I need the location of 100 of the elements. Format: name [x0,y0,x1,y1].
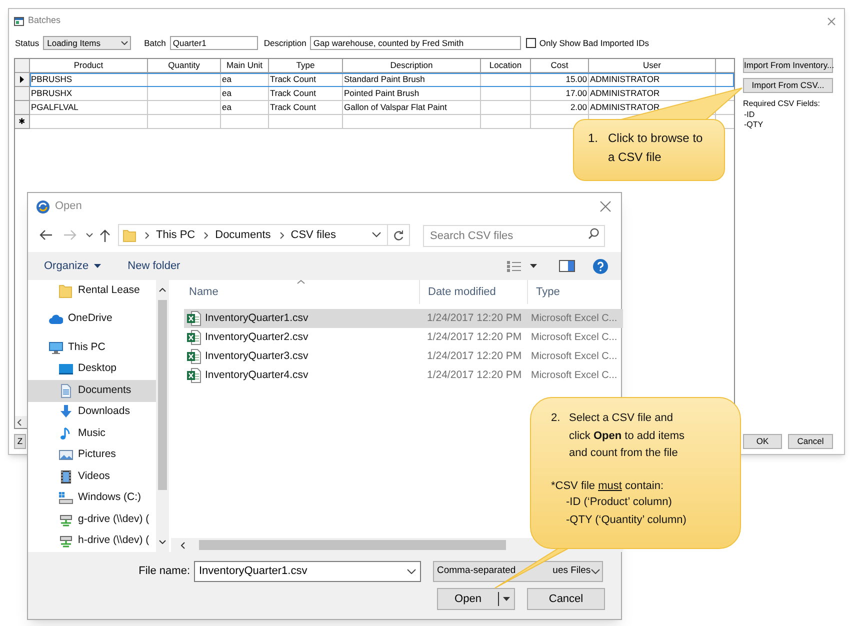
nav-item[interactable]: OneDrive [28,308,156,330]
column-header[interactable]: Quantity [148,59,221,73]
row-header[interactable] [15,73,30,87]
column-header[interactable]: Type [527,280,623,304]
table-cell: 15.00 [531,73,589,87]
file-name: InventoryQuarter2.csv [205,330,308,345]
requirement-item: -QTY (‘Quantity’ column) [565,512,688,528]
window-title: Batches [28,14,61,28]
spreadsheet-file-icon [187,330,201,345]
import-button[interactable]: Import From Inventory... [743,58,833,73]
chevron-right-icon [204,232,208,238]
drive-icon [59,491,73,506]
chevron-right-icon [280,232,284,238]
nav-item[interactable]: Downloads [28,402,156,423]
field-label: Status [15,36,40,50]
table-cell: 2.00 [531,101,589,115]
refresh-icon[interactable] [393,230,404,240]
back-arrow-icon[interactable] [39,229,53,241]
up-arrow-icon[interactable] [99,228,111,242]
column-header[interactable]: Description [343,59,481,73]
window-icon [14,16,24,26]
breadcrumb-item[interactable]: This PC [156,226,196,244]
cloud-icon [49,312,63,326]
nav-item[interactable]: h-drive (\\dev) ( [28,530,156,552]
nav-item[interactable]: Rental Lease [28,280,156,302]
scroll-thumb[interactable] [199,540,506,550]
nav-item[interactable]: Documents [28,380,156,402]
file-date: 1/24/2017 12:20 PM [426,330,523,345]
view-options-icon[interactable] [507,260,521,272]
chevron-down-icon[interactable] [372,232,381,238]
ok-button[interactable]: OK [743,434,782,449]
button[interactable]: Z [14,434,26,449]
download-arrow-icon [59,405,73,420]
file-date: 1/24/2017 12:20 PM [426,368,523,383]
file-name-input[interactable]: InventoryQuarter1.csv [194,561,421,582]
nav-item[interactable]: Desktop [28,358,156,380]
checkbox[interactable] [526,38,536,48]
nav-item[interactable]: g-drive (\\dev) ( [28,509,156,530]
nav-item[interactable]: Windows (C:) [28,488,156,509]
table-cell [481,115,531,129]
file-row[interactable]: InventoryQuarter1.csv 1/24/2017 12:20 PM Microsoft Excel C... [184,309,623,328]
batch-input[interactable]: Quarter1 [170,36,258,50]
preview-pane-icon[interactable] [559,260,575,272]
column-header[interactable]: User [589,59,716,73]
folder-icon [59,284,73,298]
address-bar[interactable]: This PC Documents CSV files [118,224,410,246]
table-cell [221,115,269,129]
table-cell: Track Count [269,101,343,115]
column-header[interactable]: Date modified [419,280,527,304]
nav-item[interactable]: Videos [28,466,156,488]
chevron-down-icon[interactable] [86,232,93,238]
spreadsheet-file-icon [187,349,201,364]
column-header[interactable]: Product [30,59,148,73]
nav-item[interactable]: This PC [28,337,156,358]
nav-item[interactable]: Pictures [28,444,156,466]
help-icon[interactable] [593,258,608,274]
column-header[interactable]: Location [481,59,531,73]
column-header[interactable]: Name [181,280,419,304]
file-type: Microsoft Excel C... [530,369,618,383]
table-cell: Gallon of Valspar Flat Paint [343,101,481,115]
sort-caret-icon [297,280,305,284]
table-cell [481,101,531,115]
step-number: 1. [588,130,600,147]
close-icon[interactable] [827,16,836,26]
scroll-left-icon [17,418,22,426]
close-icon[interactable] [600,201,611,212]
table-cell: PBRUSHS [30,73,148,87]
caret-down-icon[interactable] [503,597,510,601]
column-header[interactable]: Type [269,59,343,73]
cancel-button[interactable]: Cancel [788,434,833,449]
table-cell [481,87,531,101]
column-header[interactable]: Cost [531,59,589,73]
cancel-button[interactable]: Cancel [527,588,605,610]
status-dropdown[interactable]: Loading Items [43,36,132,50]
caret-down-icon[interactable] [530,264,537,268]
file-date: 1/24/2017 12:20 PM [426,348,523,364]
scroll-left-icon [181,542,185,548]
table-cell: ea [221,101,269,115]
file-name: InventoryQuarter4.csv [205,368,308,383]
checkbox-label: Only Show Bad Imported IDs [539,36,649,50]
table-cell: PGALFLVAL [30,101,148,115]
scroll-thumb[interactable] [158,300,167,490]
nav-item[interactable]: Music [28,423,156,444]
required-field: -ID [743,110,833,120]
breadcrumb-item[interactable]: Documents [215,226,271,244]
description-input[interactable]: Gap warehouse, counted by Fred Smith [310,36,522,50]
organize-menu[interactable]: Organize [44,258,101,274]
row-pointer-icon [20,76,24,83]
search-field[interactable]: Search CSV files [423,225,605,247]
file-type-dropdown[interactable]: Comma-separated ues Files [433,561,603,582]
file-row[interactable]: InventoryQuarter2.csv 1/24/2017 12:20 PM Microsoft Excel C... [184,328,623,347]
new-folder-button[interactable]: New folder [128,258,180,274]
table-cell: ea [221,73,269,87]
film-icon [59,470,73,484]
file-row[interactable]: InventoryQuarter3.csv 1/24/2017 12:20 PM Microsoft Excel C... [184,347,623,366]
column-header[interactable]: Main Unit [221,59,269,73]
import-button[interactable]: Import From CSV... [743,78,833,93]
table-cell: Standard Paint Brush [343,73,481,87]
file-row[interactable]: InventoryQuarter4.csv 1/24/2017 12:20 PM Microsoft Excel C... [184,366,623,385]
breadcrumb-item[interactable]: CSV files [290,226,336,244]
